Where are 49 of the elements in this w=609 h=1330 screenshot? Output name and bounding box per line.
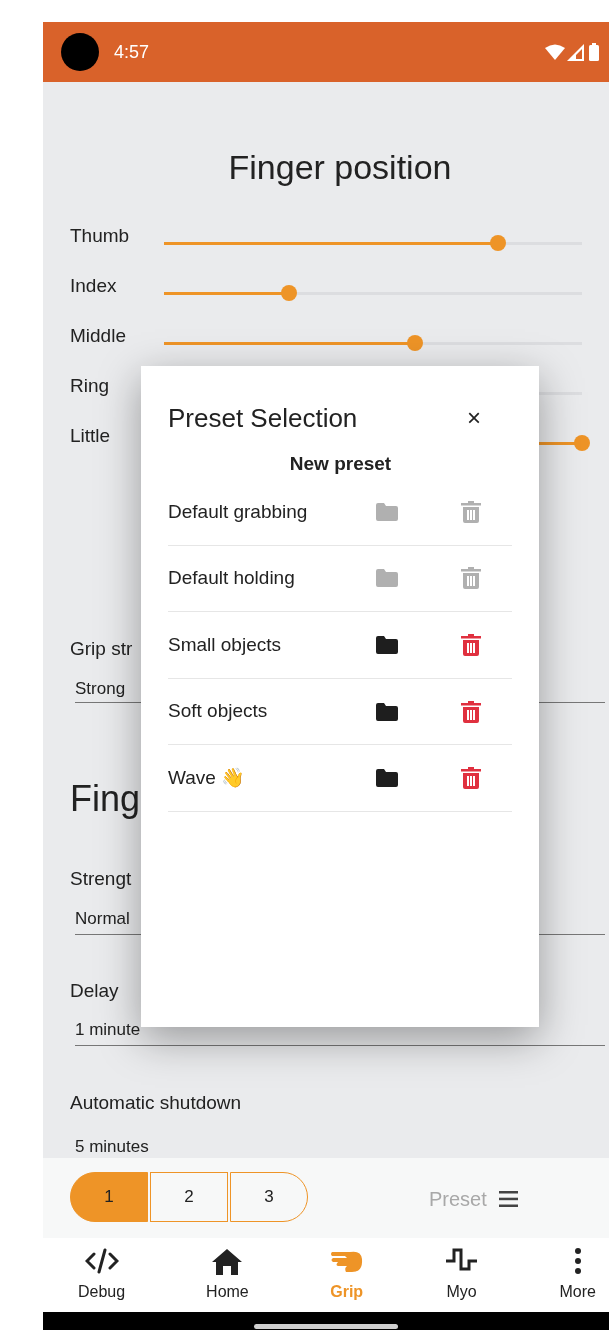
square-wave-icon xyxy=(444,1248,479,1272)
slider-label: Little xyxy=(70,424,112,448)
slider-label: Thumb xyxy=(70,224,131,248)
wifi-icon xyxy=(545,44,565,60)
field-label: Strengt xyxy=(70,866,132,891)
preset-name: Soft objects xyxy=(168,699,269,724)
signal-icon xyxy=(567,43,584,61)
slider-thumb[interactable] xyxy=(490,234,507,251)
preset-row[interactable]: Wave 👋 xyxy=(168,745,512,812)
folder-icon[interactable] xyxy=(376,702,398,721)
close-button[interactable]: × xyxy=(467,406,481,430)
battery-icon xyxy=(589,43,599,61)
folder-icon[interactable] xyxy=(376,636,398,654)
preset-row[interactable]: Small objects xyxy=(168,612,512,679)
slider-label: Middle xyxy=(70,324,127,348)
status-time: 4:57 xyxy=(114,40,150,64)
home-icon xyxy=(211,1248,244,1276)
slot-tab[interactable]: 3 xyxy=(230,1172,308,1222)
preset-name: Small objects xyxy=(168,632,282,657)
trash-icon[interactable] xyxy=(461,634,481,656)
nav-tab[interactable]: Home xyxy=(206,1248,249,1304)
field-label: Grip str xyxy=(70,637,133,661)
preset-name: Default holding xyxy=(168,566,296,591)
slot-tab[interactable]: 2 xyxy=(150,1172,228,1222)
slot-tab[interactable]: 1 xyxy=(70,1172,148,1222)
slider-thumb[interactable] xyxy=(281,284,298,301)
nav-tab[interactable]: Myo xyxy=(444,1248,479,1304)
trash-icon[interactable] xyxy=(461,767,481,790)
dialog-title: Preset Selection xyxy=(168,401,358,435)
preset-row[interactable]: Soft objects xyxy=(168,678,512,746)
nav-tab[interactable]: Debug xyxy=(78,1248,126,1304)
trash-icon[interactable] xyxy=(461,700,481,723)
new-preset-button[interactable]: New preset xyxy=(288,450,392,478)
slider-label: Ring xyxy=(70,374,111,398)
page-title: Finger position xyxy=(227,147,453,187)
code-icon xyxy=(84,1248,119,1274)
menu-icon xyxy=(498,1191,518,1207)
folder-icon[interactable] xyxy=(376,769,398,788)
preset-name: Default grabbing xyxy=(168,499,309,524)
preset-name: Wave 👋 xyxy=(168,765,247,790)
slider-label: Index xyxy=(70,274,118,298)
slider-thumb[interactable] xyxy=(574,434,590,451)
nav-tab[interactable]: More xyxy=(559,1248,596,1304)
field-label: Automatic shutdown xyxy=(70,1090,242,1115)
camera-cutout xyxy=(61,33,99,71)
field-label: Delay xyxy=(70,978,119,1003)
more-icon xyxy=(573,1248,582,1274)
slider-thumb[interactable] xyxy=(406,334,423,351)
section-heading: Fing xyxy=(70,776,141,821)
